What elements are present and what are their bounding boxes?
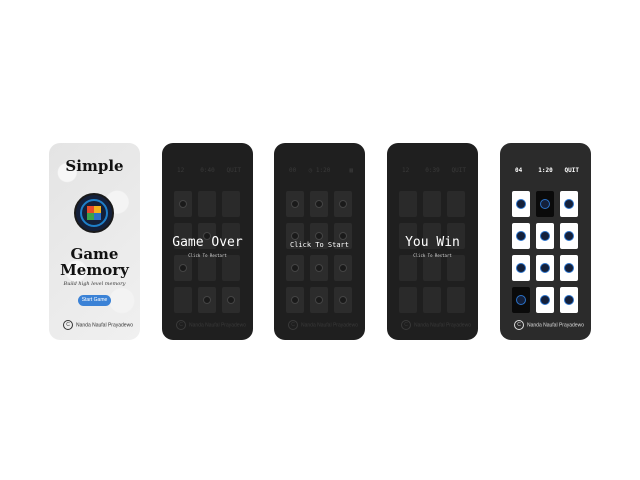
card[interactable] <box>334 255 352 281</box>
click-to-restart[interactable]: Click To Restart <box>387 253 478 258</box>
copyright-icon: C <box>514 320 524 330</box>
card[interactable] <box>334 287 352 313</box>
credit: C Nanda Naufal Prayadewo <box>63 320 133 330</box>
title-simple: Simple <box>65 157 124 175</box>
card[interactable] <box>512 191 530 217</box>
card[interactable] <box>174 287 192 313</box>
start-screen: 00 ◷ 1:20 ▦ Click To Start C Nanda Naufal… <box>274 143 365 340</box>
card[interactable] <box>334 191 352 217</box>
card[interactable] <box>310 191 328 217</box>
card[interactable] <box>447 191 465 217</box>
card[interactable] <box>174 255 192 281</box>
tagline: Build high level memory <box>63 281 126 287</box>
card[interactable] <box>399 191 417 217</box>
card[interactable] <box>310 287 328 313</box>
card[interactable] <box>423 255 441 281</box>
card[interactable] <box>512 255 530 281</box>
card[interactable] <box>174 191 192 217</box>
card[interactable] <box>536 191 554 217</box>
card[interactable] <box>222 287 240 313</box>
credit-name: Nanda Naufal Prayadewo <box>527 322 584 329</box>
copyright-icon: C <box>401 320 411 330</box>
puzzle-logo-icon <box>74 193 114 233</box>
card[interactable] <box>310 255 328 281</box>
timer-value: 1:20 <box>315 167 331 174</box>
start-game-button[interactable]: Start Game <box>78 295 111 306</box>
quit-button[interactable]: QUIT <box>227 167 241 174</box>
card[interactable] <box>222 255 240 281</box>
card[interactable] <box>222 191 240 217</box>
game-over-headline: Game Over <box>172 235 243 250</box>
credit: C Nanda Naufal Prayadewo <box>176 320 246 330</box>
click-to-restart[interactable]: Click To Restart <box>162 253 253 258</box>
card[interactable] <box>560 191 578 217</box>
card[interactable] <box>286 255 304 281</box>
credit: C Nanda Naufal Prayadewo <box>401 320 471 330</box>
card[interactable] <box>198 255 216 281</box>
card[interactable] <box>198 287 216 313</box>
credit-name: Nanda Naufal Prayadewo <box>189 322 246 329</box>
game-over-screen: 12 0:40 QUIT Game Over Click To Restart … <box>162 143 253 340</box>
card[interactable] <box>447 255 465 281</box>
card[interactable] <box>399 287 417 313</box>
win-screen: 12 0:39 QUIT You Win Click To Restart CN… <box>387 143 478 340</box>
credit-name: Nanda Naufal Prayadewo <box>301 322 358 329</box>
card[interactable] <box>198 191 216 217</box>
credit-name: Nanda Naufal Prayadewo <box>76 322 133 329</box>
card[interactable] <box>286 191 304 217</box>
card[interactable] <box>423 191 441 217</box>
card[interactable] <box>536 223 554 249</box>
grid-icon[interactable]: ▦ <box>349 167 353 174</box>
card[interactable] <box>512 287 530 313</box>
card[interactable] <box>560 287 578 313</box>
copyright-icon: C <box>288 320 298 330</box>
you-win-headline: You Win <box>405 235 460 250</box>
card[interactable] <box>447 287 465 313</box>
title-game-memory: Game Memory <box>49 246 140 278</box>
card[interactable] <box>399 255 417 281</box>
click-to-start[interactable]: Click To Start <box>274 241 365 249</box>
copyright-icon: C <box>63 320 73 330</box>
clock-icon: ◷ <box>308 167 316 174</box>
card[interactable] <box>286 287 304 313</box>
credit-name: Nanda Naufal Prayadewo <box>414 322 471 329</box>
card[interactable] <box>423 287 441 313</box>
copyright-icon: C <box>176 320 186 330</box>
quit-button[interactable]: QUIT <box>565 167 579 174</box>
title-memory: Memory <box>60 261 129 279</box>
home-screen: Simple Game Memory Build high level memo… <box>49 143 140 340</box>
credit: C Nanda Naufal Prayadewo <box>514 320 584 330</box>
credit: C Nanda Naufal Prayadewo <box>288 320 358 330</box>
card[interactable] <box>560 255 578 281</box>
card[interactable] <box>536 255 554 281</box>
card[interactable] <box>560 223 578 249</box>
playing-screen: 04 1:20 QUIT C Nanda Naufal Prayadewo <box>500 143 591 340</box>
title-game: Game <box>70 245 119 263</box>
card[interactable] <box>512 223 530 249</box>
quit-button[interactable]: QUIT <box>452 167 466 174</box>
card[interactable] <box>536 287 554 313</box>
